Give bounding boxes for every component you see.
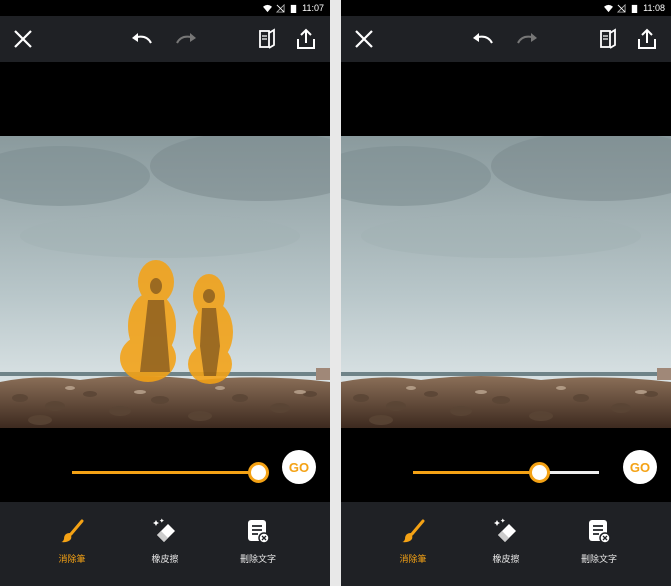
status-time: 11:08 xyxy=(643,3,665,13)
eraser-icon xyxy=(153,518,175,542)
redo-icon xyxy=(517,33,537,44)
tool-remove-text[interactable]: 刪除文字 xyxy=(559,518,639,565)
undo-button[interactable] xyxy=(126,24,156,54)
tool-label: 消除筆 xyxy=(58,554,86,564)
status-bar: 11:07 xyxy=(0,0,330,16)
compare-button[interactable] xyxy=(252,24,282,54)
compare-button[interactable] xyxy=(593,24,623,54)
top-toolbar xyxy=(0,16,330,62)
beach-photo-cleaned xyxy=(341,136,671,428)
compare-icon xyxy=(259,28,275,49)
undo-icon xyxy=(473,33,493,44)
undo-button[interactable] xyxy=(467,24,497,54)
text-remove-icon xyxy=(589,520,611,544)
brush-icon xyxy=(402,519,425,543)
battery-icon xyxy=(290,4,297,13)
share-button[interactable] xyxy=(632,24,662,54)
screen-before: 11:07 GO 消除筆 橡皮擦 刪除文字 xyxy=(0,0,330,586)
signal-off-icon xyxy=(617,3,626,13)
tool-label: 橡皮擦 xyxy=(492,554,520,564)
tool-eraser[interactable]: 橡皮擦 xyxy=(466,518,546,565)
tool-label: 刪除文字 xyxy=(239,554,276,564)
text-remove-icon xyxy=(248,520,270,544)
share-icon xyxy=(297,28,315,49)
brush-controls: GO xyxy=(341,428,671,502)
status-time: 11:07 xyxy=(302,3,324,13)
status-bar: 11:08 xyxy=(341,0,671,16)
wifi-icon xyxy=(604,4,614,12)
screen-after: 11:08 GO 消除筆 橡皮擦 刪除文字 xyxy=(341,0,671,586)
photo-canvas[interactable] xyxy=(341,136,671,428)
brush-size-thumb[interactable] xyxy=(248,462,269,483)
share-button[interactable] xyxy=(291,24,321,54)
photo-canvas[interactable] xyxy=(0,136,330,428)
undo-icon xyxy=(132,33,152,44)
beach-photo xyxy=(0,136,330,428)
tool-label: 刪除文字 xyxy=(580,554,617,564)
tool-bar: 消除筆 橡皮擦 刪除文字 xyxy=(0,502,330,586)
go-button[interactable]: GO xyxy=(623,450,657,484)
canvas-padding xyxy=(0,62,330,136)
tool-eraser[interactable]: 橡皮擦 xyxy=(125,518,205,565)
compare-icon xyxy=(600,28,616,49)
share-icon xyxy=(638,28,656,49)
wifi-icon xyxy=(263,4,273,12)
top-toolbar xyxy=(341,16,671,62)
go-button[interactable]: GO xyxy=(282,450,316,484)
tool-erase-brush[interactable]: 消除筆 xyxy=(32,518,112,565)
close-button[interactable] xyxy=(349,24,379,54)
close-icon xyxy=(14,30,32,48)
canvas-padding xyxy=(341,62,671,136)
redo-button[interactable] xyxy=(513,24,543,54)
close-icon xyxy=(355,30,373,48)
brush-icon xyxy=(61,519,84,543)
tool-bar: 消除筆 橡皮擦 刪除文字 xyxy=(341,502,671,586)
battery-icon xyxy=(631,4,638,13)
signal-off-icon xyxy=(276,3,285,13)
brush-size-slider[interactable] xyxy=(413,471,539,474)
close-button[interactable] xyxy=(8,24,38,54)
redo-icon xyxy=(176,33,196,44)
redo-button[interactable] xyxy=(172,24,202,54)
tool-erase-brush[interactable]: 消除筆 xyxy=(373,518,453,565)
brush-controls: GO xyxy=(0,428,330,502)
eraser-icon xyxy=(494,518,516,542)
tool-label: 橡皮擦 xyxy=(151,554,179,564)
brush-size-thumb[interactable] xyxy=(529,462,550,483)
tool-remove-text[interactable]: 刪除文字 xyxy=(218,518,298,565)
tool-label: 消除筆 xyxy=(399,554,427,564)
brush-size-slider[interactable] xyxy=(72,471,258,474)
